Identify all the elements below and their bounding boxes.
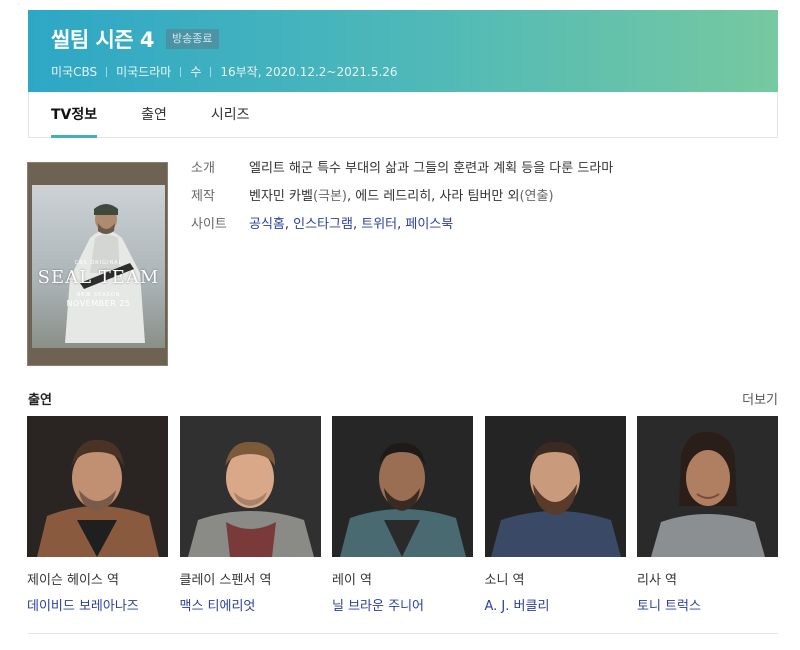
meta-divider [210,66,212,77]
poster-new-season-text: NEW SEASON [76,292,121,298]
cast-role: 레이 역 [332,573,373,588]
site-link-facebook[interactable]: 페이스북 [405,217,453,232]
info-site-label: 사이트 [191,217,227,232]
site-link-instagram[interactable]: 인스타그램 [293,217,353,232]
info-production: 벤자민 카벨(극본), 에드 레드리히, 사라 팀버만 외(연출) [249,188,554,206]
portrait-clay-icon [179,416,321,557]
cast-more-link[interactable]: 더보기 [742,389,778,408]
cast-list: 제이슨 헤이스 역 데이비드 보레아나즈 클레이 스펜서 역 맥스 티에리엇 레… [27,416,778,614]
cast-card: 클레이 스펜서 역 맥스 티에리엇 [179,416,321,614]
cast-actor-link[interactable]: 닐 브라운 주니어 [332,595,473,614]
cast-photo-jason[interactable] [27,416,168,557]
info-production-label: 제작 [191,189,215,204]
cast-photo-ray[interactable] [332,416,473,557]
program-meta: 미국CBS 미국드라마 수 16부작, 2020.12.2~2021.5.26 [51,63,778,80]
info-sites: 공식홈, 인스타그램, 트위터, 페이스북 [249,217,454,232]
cast-actor-link[interactable]: 토니 트럭스 [637,595,778,614]
poster-date-text: NOVEMBER 25 [66,299,131,308]
cast-section-header: 출연 더보기 [28,389,778,408]
meta-divider [106,66,108,77]
cast-actor-link[interactable]: 맥스 티에리엇 [180,595,321,614]
info-synopsis: 엘리트 해군 특수 부대의 삶과 그들의 훈련과 계획 등을 다룬 드라마 [249,161,614,176]
poster-title-text: SEAL TEAM [37,267,160,288]
cast-role: 클레이 스펜서 역 [179,573,272,588]
meta-episodes-dates: 16부작, 2020.12.2~2021.5.26 [220,65,398,79]
section-divider [28,633,778,634]
cast-photo-sonny[interactable] [484,416,626,557]
cast-card: 제이슨 헤이스 역 데이비드 보레아나즈 [27,416,168,614]
info-synopsis-label: 소개 [191,161,215,176]
meta-broadcaster: 미국CBS [51,65,98,79]
tab-cast[interactable]: 출연 [141,92,167,138]
poster-image[interactable]: CBS ORIGINAL SEAL TEAM NEW SEASON NOVEMB… [27,162,168,366]
cast-role: 소니 역 [484,573,525,588]
production-director-role: (연출) [519,189,554,204]
program-header: 씰팀 시즌 4 방송종료 미국CBS 미국드라마 수 16부작, 2020.12… [28,10,778,92]
production-writer: 벤자민 카벨 [249,189,313,204]
cast-role: 제이슨 헤이스 역 [27,573,119,588]
site-link-homepage[interactable]: 공식홈 [249,217,285,232]
cast-photo-lisa[interactable] [637,416,778,557]
title-row: 씰팀 시즌 4 방송종료 [51,24,778,54]
production-directors: 에드 레드리히, 사라 팀버만 외 [355,189,520,204]
cast-actor-link[interactable]: A. J. 버클리 [485,595,626,614]
status-badge: 방송종료 [166,29,219,49]
portrait-lisa-icon [637,416,778,557]
portrait-sonny-icon [484,416,626,557]
cast-actor-link[interactable]: 데이비드 보레아나즈 [27,595,168,614]
cast-card: 소니 역 A. J. 버클리 [484,416,626,614]
tab-series[interactable]: 시리즈 [211,92,250,138]
program-title[interactable]: 씰팀 시즌 4 [51,24,155,54]
cast-card: 레이 역 닐 브라운 주니어 [332,416,473,614]
tab-bar: TV정보 출연 시리즈 [28,92,778,138]
info-synopsis-row: 소개 엘리트 해군 특수 부대의 삶과 그들의 훈련과 계획 등을 다룬 드라마 [191,160,613,178]
poster-artwork: CBS ORIGINAL SEAL TEAM NEW SEASON NOVEMB… [32,185,165,348]
cast-role: 리사 역 [637,573,678,588]
cast-section-title: 출연 [28,393,52,408]
site-link-twitter[interactable]: 트위터 [361,217,397,232]
portrait-jason-icon [27,416,168,557]
meta-weekday: 수 [190,65,202,79]
program-info: 소개 엘리트 해군 특수 부대의 삶과 그들의 훈련과 계획 등을 다룬 드라마… [191,160,613,244]
poster-network-text: CBS ORIGINAL [74,260,123,266]
tab-tv-info[interactable]: TV정보 [51,92,98,138]
meta-divider [180,66,182,77]
info-production-row: 제작 벤자민 카벨(극본), 에드 레드리히, 사라 팀버만 외(연출) [191,188,613,206]
production-writer-role: (극본) [312,189,348,204]
cast-card: 리사 역 토니 트럭스 [637,416,778,614]
portrait-ray-icon [332,416,473,557]
meta-genre: 미국드라마 [116,65,172,79]
cast-photo-clay[interactable] [179,416,321,557]
info-site-row: 사이트 공식홈, 인스타그램, 트위터, 페이스북 [191,216,613,234]
